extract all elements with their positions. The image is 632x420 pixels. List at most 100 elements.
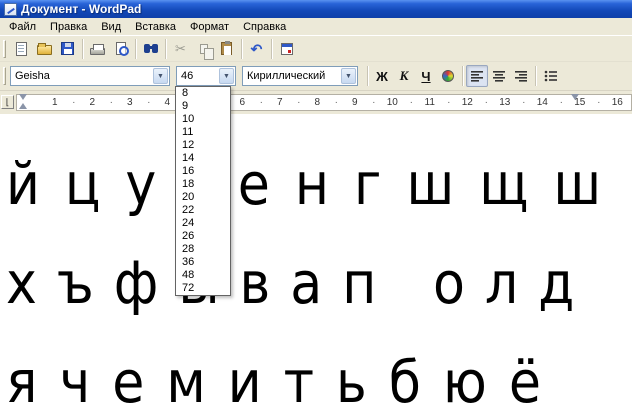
ruler-number: 10 bbox=[374, 97, 412, 108]
formatbar-grip[interactable] bbox=[3, 67, 6, 85]
copy-icon bbox=[200, 44, 208, 54]
chevron-down-icon[interactable]: ▼ bbox=[219, 68, 234, 84]
ruler-number: 12 bbox=[449, 97, 487, 108]
find-binoculars-icon bbox=[144, 44, 150, 53]
font-size-option[interactable]: 24 bbox=[176, 217, 230, 230]
font-size-option[interactable]: 10 bbox=[176, 113, 230, 126]
toolbar-separator bbox=[367, 66, 368, 86]
font-size-option[interactable]: 16 bbox=[176, 165, 230, 178]
print-button[interactable] bbox=[86, 38, 109, 60]
date-time-icon bbox=[281, 43, 293, 55]
font-size-option[interactable]: 22 bbox=[176, 204, 230, 217]
save-button[interactable] bbox=[56, 38, 79, 60]
menu-help[interactable]: Справка bbox=[236, 19, 293, 35]
document-line: ячемитьбюё bbox=[6, 332, 632, 420]
menu-edit[interactable]: Правка bbox=[43, 19, 94, 35]
format-bar: Geisha ▼ 46 ▼ Кириллический ▼ Ж К Ч bbox=[0, 62, 632, 91]
font-name-value: Geisha bbox=[15, 70, 50, 82]
ruler-number: 7 bbox=[261, 97, 299, 108]
align-left-button[interactable] bbox=[466, 65, 488, 87]
toolbar-separator bbox=[535, 66, 536, 86]
title-bar[interactable]: Документ - WordPad bbox=[0, 0, 632, 18]
align-left-icon bbox=[471, 70, 484, 82]
toolbar-separator bbox=[241, 39, 242, 59]
bullets-icon bbox=[544, 70, 557, 82]
left-indent-marker[interactable] bbox=[19, 103, 27, 109]
wordpad-window: Документ - WordPad Файл Правка Вид Встав… bbox=[0, 0, 632, 420]
font-size-dropdown: 8 9 10 11 12 14 16 18 20 22 24 26 28 36 … bbox=[175, 86, 231, 296]
document-line: йцукенгшщш bbox=[6, 134, 632, 233]
align-right-button[interactable] bbox=[510, 65, 532, 87]
align-center-button[interactable] bbox=[488, 65, 510, 87]
font-size-option[interactable]: 28 bbox=[176, 243, 230, 256]
align-right-icon bbox=[515, 70, 528, 82]
font-size-option[interactable]: 14 bbox=[176, 152, 230, 165]
font-size-option[interactable]: 8 bbox=[176, 87, 230, 100]
paste-clipboard-icon bbox=[221, 42, 232, 55]
ruler-number: 2 bbox=[74, 97, 112, 108]
right-indent-marker[interactable] bbox=[571, 94, 579, 100]
cut-scissors-icon: ✂ bbox=[175, 42, 186, 55]
new-document-button[interactable] bbox=[10, 38, 33, 60]
font-size-option[interactable]: 20 bbox=[176, 191, 230, 204]
ruler-number: 11 bbox=[411, 97, 449, 108]
open-button[interactable] bbox=[33, 38, 56, 60]
ruler-number: 1 bbox=[36, 97, 74, 108]
menu-insert[interactable]: Вставка bbox=[128, 19, 183, 35]
toolbar-separator bbox=[135, 39, 136, 59]
font-size-option[interactable]: 9 bbox=[176, 100, 230, 113]
font-name-combo[interactable]: Geisha ▼ bbox=[10, 66, 170, 86]
cut-button[interactable]: ✂ bbox=[169, 38, 192, 60]
menu-bar: Файл Правка Вид Вставка Формат Справка bbox=[0, 18, 632, 36]
tab-stop-selector[interactable]: ⌊ bbox=[1, 95, 14, 109]
print-preview-icon bbox=[116, 42, 126, 55]
first-line-indent-marker[interactable] bbox=[19, 94, 27, 100]
align-center-icon bbox=[493, 70, 506, 82]
find-button[interactable] bbox=[139, 38, 162, 60]
chevron-down-icon[interactable]: ▼ bbox=[153, 68, 168, 84]
ruler-number: 14 bbox=[524, 97, 562, 108]
wordpad-icon bbox=[4, 3, 17, 16]
date-time-button[interactable] bbox=[275, 38, 298, 60]
font-size-option[interactable]: 36 bbox=[176, 256, 230, 269]
font-size-value: 46 bbox=[181, 70, 193, 82]
toolbar-separator bbox=[271, 39, 272, 59]
bullets-button[interactable] bbox=[539, 65, 561, 87]
script-value: Кириллический bbox=[247, 70, 325, 82]
toolbar-grip[interactable] bbox=[3, 40, 6, 58]
menu-file[interactable]: Файл bbox=[2, 19, 43, 35]
ruler-band[interactable]: 1 2 3 4 5 6 7 8 9 10 11 12 13 14 15 16 bbox=[16, 94, 632, 111]
color-palette-icon bbox=[442, 70, 454, 82]
underline-button[interactable]: Ч bbox=[415, 65, 437, 87]
menu-view[interactable]: Вид bbox=[94, 19, 128, 35]
ruler-number: 16 bbox=[599, 97, 632, 108]
paste-button[interactable] bbox=[215, 38, 238, 60]
ruler-number: 13 bbox=[486, 97, 524, 108]
font-size-combo[interactable]: 46 ▼ bbox=[176, 66, 236, 86]
save-floppy-icon bbox=[61, 42, 74, 55]
font-size-option[interactable]: 26 bbox=[176, 230, 230, 243]
ruler: ⌊ 1 2 3 4 5 6 7 8 9 10 11 12 13 14 15 16 bbox=[0, 91, 632, 115]
italic-button[interactable]: К bbox=[393, 65, 415, 87]
font-color-button[interactable] bbox=[437, 65, 459, 87]
undo-button[interactable]: ↶ bbox=[245, 38, 268, 60]
font-size-option[interactable]: 18 bbox=[176, 178, 230, 191]
main-toolbar: ✂ ↶ bbox=[0, 36, 632, 62]
print-preview-button[interactable] bbox=[109, 38, 132, 60]
ruler-number: 8 bbox=[299, 97, 337, 108]
menu-format[interactable]: Формат bbox=[183, 19, 236, 35]
font-size-option[interactable]: 11 bbox=[176, 126, 230, 139]
bold-button[interactable]: Ж bbox=[371, 65, 393, 87]
ruler-number: 3 bbox=[111, 97, 149, 108]
font-size-option[interactable]: 12 bbox=[176, 139, 230, 152]
copy-button[interactable] bbox=[192, 38, 215, 60]
new-document-icon bbox=[16, 42, 27, 56]
document-line: хъфывап олд bbox=[6, 233, 632, 332]
script-combo[interactable]: Кириллический ▼ bbox=[242, 66, 358, 86]
toolbar-separator bbox=[165, 39, 166, 59]
font-size-option[interactable]: 72 bbox=[176, 282, 230, 295]
font-size-option[interactable]: 48 bbox=[176, 269, 230, 282]
chevron-down-icon[interactable]: ▼ bbox=[341, 68, 356, 84]
document-area[interactable]: йцукенгшщш хъфывап олд ячемитьбюё bbox=[0, 114, 632, 420]
toolbar-separator bbox=[82, 39, 83, 59]
